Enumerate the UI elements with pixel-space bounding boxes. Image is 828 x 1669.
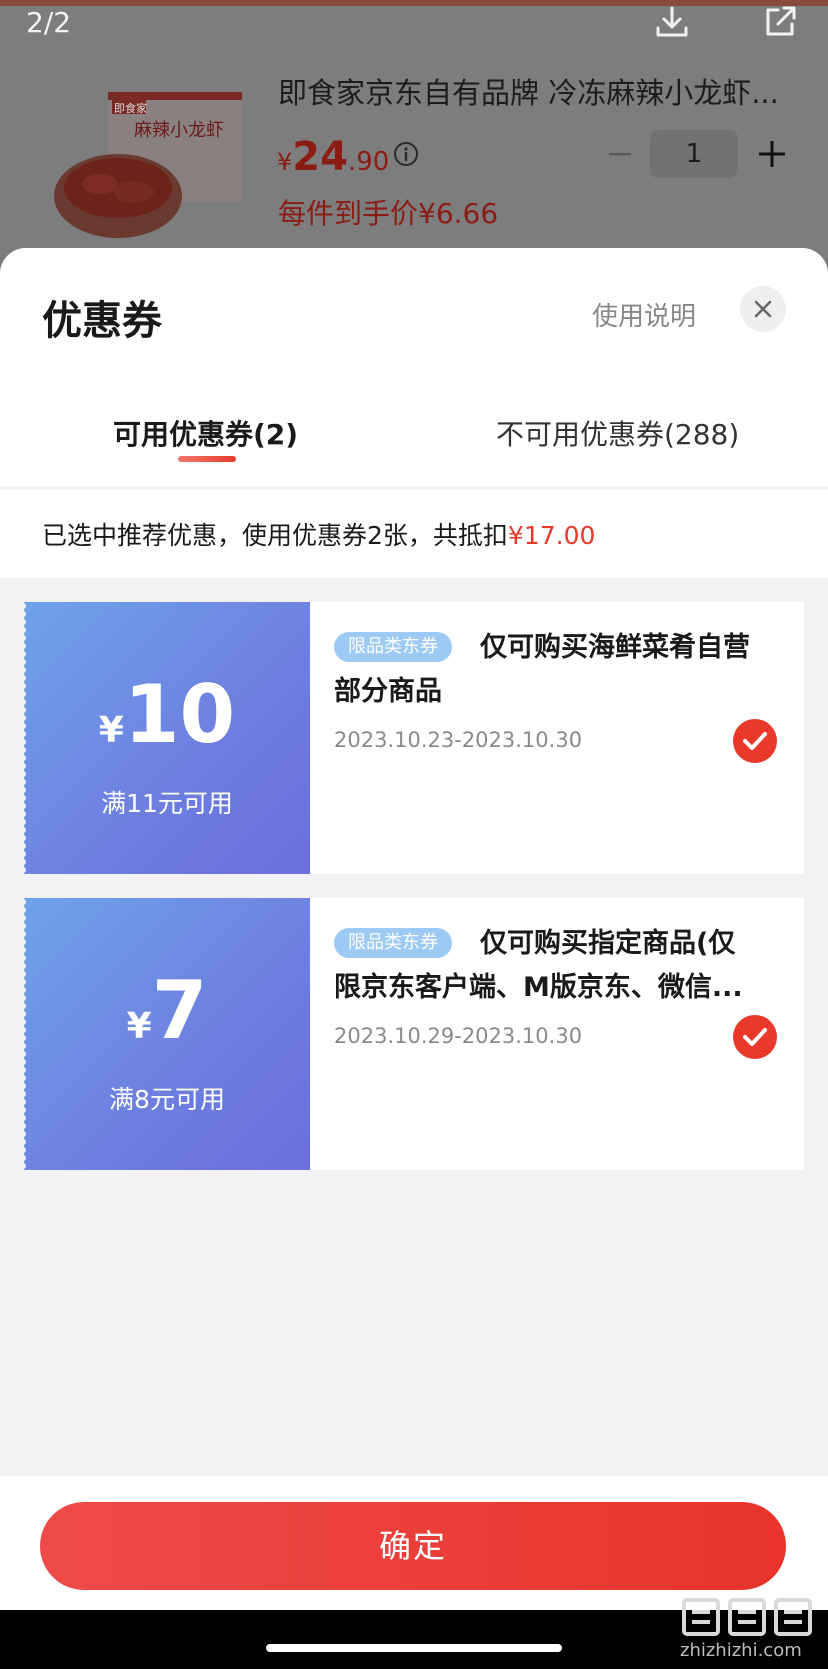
watermark-text: zhizhizhi.com <box>680 1640 802 1661</box>
top-accent-line <box>0 0 828 6</box>
coupon-threshold: 满11元可用 <box>101 789 233 818</box>
close-icon <box>754 300 772 318</box>
unit-price: 每件到手价¥6.66 <box>278 197 499 230</box>
quantity-input[interactable]: 1 <box>650 130 738 178</box>
coupon-value-panel: ¥7 满8元可用 <box>23 898 310 1170</box>
coupon-validity: 2023.10.23-2023.10.30 <box>334 728 583 752</box>
download-icon[interactable] <box>652 2 692 42</box>
check-icon[interactable] <box>732 718 778 764</box>
coupon-amount-value: 7 <box>151 964 208 1057</box>
quantity-plus-button[interactable] <box>756 138 788 170</box>
coupon-badge: 限品类东券 <box>334 632 452 662</box>
price-decimal: .90 <box>347 147 390 177</box>
tab-available-coupons[interactable]: 可用优惠券(2) <box>113 413 298 453</box>
coupon-card[interactable]: ¥10 满11元可用 仅可购买海鲜菜肴自营部分商品 限品类东券 2023.10.… <box>23 602 804 874</box>
coupon-currency: ¥ <box>126 1006 152 1047</box>
check-icon[interactable] <box>732 1014 778 1060</box>
share-icon[interactable] <box>760 2 800 42</box>
product-brand-text: 即食家 <box>114 101 147 115</box>
home-indicator[interactable] <box>266 1644 562 1652</box>
coupon-currency: ¥ <box>98 710 124 751</box>
tab-unavailable-coupons[interactable]: 不可用优惠券(288) <box>496 413 739 453</box>
product-image[interactable]: 即食家 麻辣小龙虾 <box>50 88 250 248</box>
sheet-title: 优惠券 <box>42 298 162 344</box>
active-tab-indicator <box>178 456 236 462</box>
coupon-card[interactable]: ¥7 满8元可用 仅可购买指定商品(仅限京东客户端、M版京东、微信... 限品类… <box>23 898 804 1170</box>
coupon-badge: 限品类东券 <box>334 928 452 958</box>
coupon-amount: ¥7 <box>24 966 310 1056</box>
coupon-validity: 2023.10.29-2023.10.30 <box>334 1024 583 1048</box>
coupon-threshold: 满8元可用 <box>109 1085 225 1114</box>
summary-text: 已选中推荐优惠，使用优惠券2张，共抵扣 <box>42 521 508 550</box>
confirm-button[interactable]: 确定 <box>40 1502 786 1590</box>
product-title[interactable]: 即食家京东自有品牌 冷冻麻辣小龙虾... <box>278 70 798 112</box>
coupon-amount: ¥10 <box>24 670 310 760</box>
info-icon[interactable] <box>392 140 420 168</box>
close-button[interactable] <box>740 286 786 332</box>
product-image-text: 麻辣小龙虾 <box>134 120 224 141</box>
coupon-amount-value: 10 <box>123 668 236 761</box>
page-indicator: 2/2 <box>26 6 72 39</box>
discount-summary: 已选中推荐优惠，使用优惠券2张，共抵扣¥17.00 <box>42 516 595 552</box>
usage-help-link[interactable]: 使用说明 <box>592 296 696 333</box>
price-currency: ¥ <box>277 148 293 176</box>
summary-amount: ¥17.00 <box>507 521 596 550</box>
product-price: ¥24.90 <box>277 134 389 180</box>
coupon-sheet: 优惠券 使用说明 可用优惠券(2) 不可用优惠券(288) 已选中推荐优惠，使用… <box>0 248 828 1669</box>
price-integer: 24 <box>292 134 348 180</box>
coupon-value-panel: ¥10 满11元可用 <box>23 602 310 874</box>
quantity-minus-button[interactable] <box>606 140 634 168</box>
